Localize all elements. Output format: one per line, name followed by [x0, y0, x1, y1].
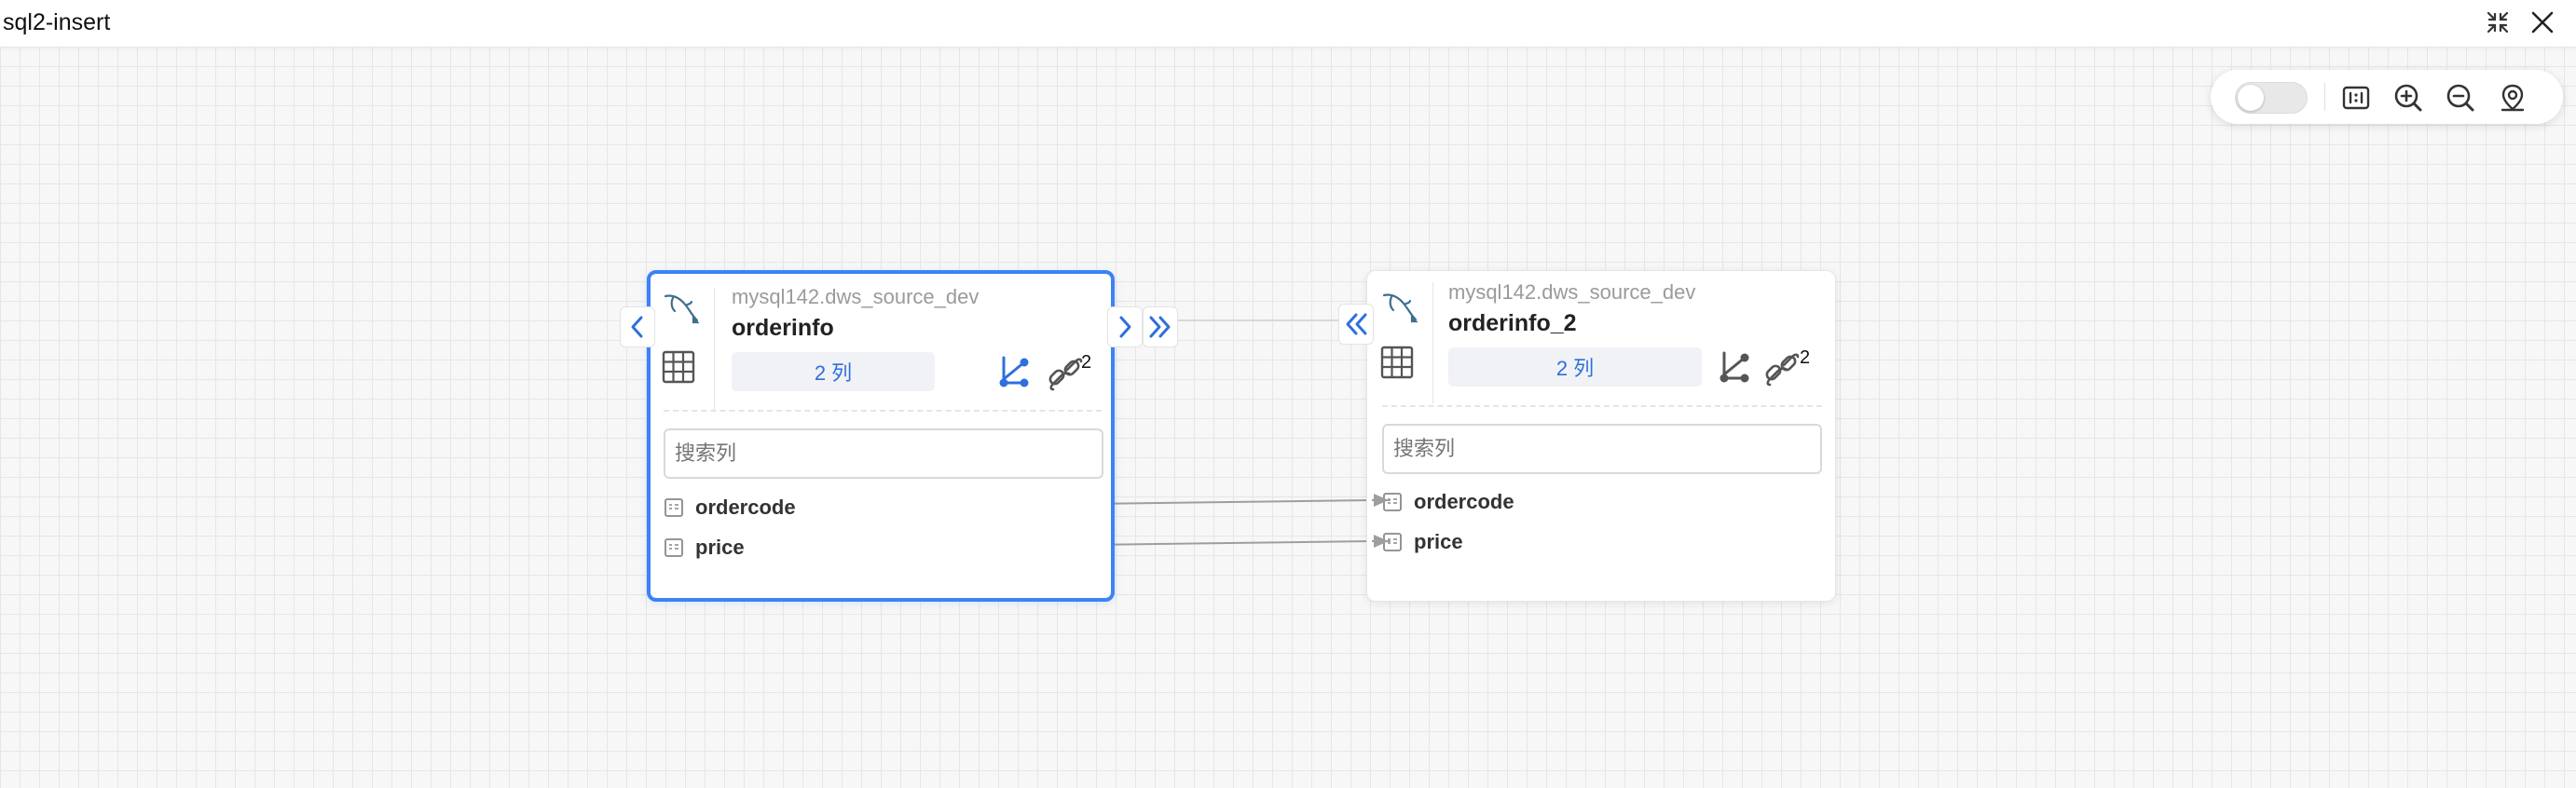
- mysql-dolphin-icon: [1380, 290, 1419, 325]
- link-count: 2: [1081, 352, 1092, 373]
- field-row[interactable]: price: [664, 532, 745, 564]
- table-node-orderinfo-2[interactable]: mysql142.dws_source_dev orderinfo_2 2 列 …: [1366, 270, 1836, 602]
- toggle-knob: [2238, 85, 2264, 111]
- field-row[interactable]: ordercode: [1382, 486, 1514, 518]
- table-node-orderinfo[interactable]: mysql142.dws_source_dev orderinfo 2 列 2 …: [647, 270, 1115, 602]
- double-chevron-right-icon: [1149, 316, 1171, 338]
- field-icon: [1383, 533, 1402, 551]
- field-icon: [665, 498, 683, 517]
- zoom-out-icon: [2446, 84, 2474, 112]
- search-columns-input[interactable]: [1382, 424, 1822, 474]
- fit-view-button[interactable]: [2339, 81, 2373, 115]
- field-name: ordercode: [1414, 490, 1514, 513]
- link-icon[interactable]: [1046, 354, 1083, 391]
- ratio-icon: [2342, 86, 2370, 110]
- close-icon: [2531, 11, 2554, 34]
- search-columns-input[interactable]: [664, 428, 1103, 479]
- zoom-in-icon: [2394, 84, 2422, 112]
- header-divider: [1432, 282, 1433, 403]
- field-name: ordercode: [695, 496, 796, 519]
- link-icon[interactable]: [1762, 349, 1800, 387]
- title-bar: sql2-insert: [0, 0, 2576, 48]
- mysql-dolphin-icon: [662, 291, 701, 326]
- database-name: mysql142.dws_source_dev: [1448, 280, 1696, 304]
- field-row[interactable]: price: [1382, 526, 1463, 558]
- expand-all-downstream-button[interactable]: [1143, 306, 1178, 347]
- field-row[interactable]: ordercode: [664, 492, 796, 523]
- table-grid-icon: [660, 348, 697, 386]
- collapse-button[interactable]: [2481, 6, 2514, 39]
- collapse-icon: [2487, 11, 2509, 34]
- toolbar-divider: [2324, 83, 2325, 111]
- zoom-out-button[interactable]: [2444, 81, 2477, 115]
- locate-button[interactable]: [2496, 81, 2529, 115]
- expand-upstream-button[interactable]: [620, 306, 655, 347]
- chevron-left-icon: [631, 316, 643, 338]
- locate-icon: [2501, 84, 2525, 112]
- table-name: orderinfo: [732, 315, 834, 341]
- lineage-canvas[interactable]: [0, 47, 2576, 788]
- canvas-toolbar: [2211, 70, 2563, 124]
- column-count-badge[interactable]: 2 列: [1448, 347, 1702, 387]
- column-count-badge[interactable]: 2 列: [732, 352, 935, 391]
- toggle-switch[interactable]: [2235, 82, 2308, 114]
- double-chevron-left-icon: [1346, 313, 1367, 335]
- branch-icon[interactable]: [1716, 349, 1753, 387]
- table-name: orderinfo_2: [1448, 310, 1577, 336]
- zoom-in-button[interactable]: [2391, 81, 2425, 115]
- section-divider: [1382, 405, 1822, 407]
- close-button[interactable]: [2526, 6, 2559, 39]
- link-count: 2: [1800, 347, 1811, 368]
- chevron-right-icon: [1119, 316, 1131, 338]
- field-icon: [1383, 493, 1402, 511]
- database-name: mysql142.dws_source_dev: [732, 285, 980, 308]
- table-grid-icon: [1378, 344, 1416, 381]
- branch-icon[interactable]: [995, 354, 1033, 391]
- expand-all-upstream-button[interactable]: [1338, 304, 1374, 345]
- field-name: price: [1414, 530, 1463, 553]
- header-divider: [714, 289, 715, 410]
- field-name: price: [695, 536, 745, 559]
- expand-downstream-button[interactable]: [1107, 306, 1143, 347]
- window-title: sql2-insert: [3, 9, 111, 35]
- field-icon: [665, 538, 683, 557]
- section-divider: [664, 410, 1102, 412]
